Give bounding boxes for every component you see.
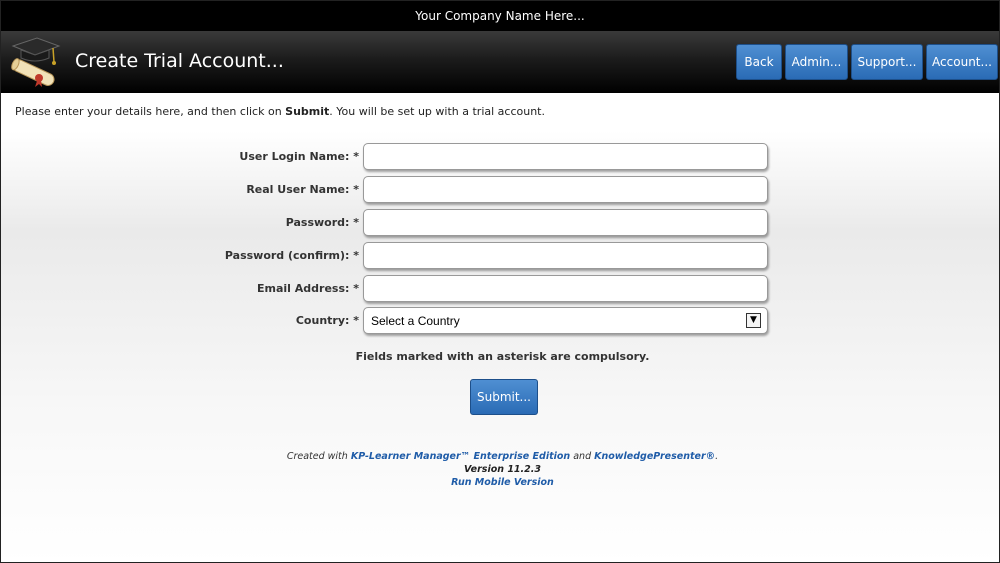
back-button[interactable]: Back (736, 44, 782, 80)
real-user-name-input[interactable] (363, 176, 768, 203)
intro-text: Please enter your details here, and then… (15, 105, 545, 118)
user-login-name-input[interactable] (363, 143, 768, 170)
app-header: Create Trial Account... Back Admin... Su… (1, 31, 999, 93)
password-confirm-input[interactable] (363, 242, 768, 269)
run-mobile-version-link[interactable]: Run Mobile Version (1, 476, 999, 489)
account-button[interactable]: Account... (926, 44, 998, 80)
form-row-real-user-name: Real User Name: * (1, 176, 999, 204)
password-confirm-label: Password (confirm): * (224, 249, 359, 262)
submit-button[interactable]: Submit... (470, 379, 538, 415)
product-link[interactable]: KP-Learner Manager™ Enterprise Edition (351, 451, 570, 462)
footer: Created with KP-Learner Manager™ Enterpr… (1, 450, 999, 489)
knowledgepresenter-link[interactable]: KnowledgePresenter® (594, 451, 715, 462)
footer-and: and (570, 451, 595, 462)
version-text: Version 11.2.3 (464, 464, 541, 475)
country-selected-value: Select a Country (371, 314, 460, 328)
company-name: Your Company Name Here... (415, 9, 585, 23)
form-row-user-login-name: User Login Name: * (1, 143, 999, 171)
form-row-country: Country: * Select a Country ▼ (1, 307, 999, 335)
intro-text-after: . You will be set up with a trial accoun… (329, 105, 545, 118)
password-input[interactable] (363, 209, 768, 236)
support-button[interactable]: Support... (851, 44, 923, 80)
graduation-cap-diploma-icon (7, 36, 61, 88)
chevron-down-icon[interactable]: ▼ (746, 313, 761, 328)
footer-period: . (715, 451, 719, 462)
admin-button[interactable]: Admin... (785, 44, 848, 80)
email-address-label: Email Address: * (257, 282, 359, 295)
intro-text-submit: Submit (285, 105, 330, 118)
form-row-password-confirm: Password (confirm): * (1, 242, 999, 270)
form-row-email-address: Email Address: * (1, 275, 999, 303)
page-frame: Your Company Name Here... Create Trial A… (0, 0, 1000, 563)
intro-text-before: Please enter your details here, and then… (15, 105, 286, 118)
compulsory-note: Fields marked with an asterisk are compu… (355, 350, 650, 363)
password-label: Password: * (285, 216, 359, 229)
real-user-name-label: Real User Name: * (246, 183, 359, 196)
country-select[interactable]: Select a Country ▼ (363, 307, 768, 334)
user-login-name-label: User Login Name: * (239, 150, 359, 163)
page-title: Create Trial Account... (75, 50, 284, 72)
footer-credits-line: Created with KP-Learner Manager™ Enterpr… (1, 450, 999, 463)
footer-created-with: Created with (286, 451, 351, 462)
email-address-input[interactable] (363, 275, 768, 302)
country-label: Country: * (295, 314, 359, 327)
company-name-bar: Your Company Name Here... (1, 1, 999, 31)
form-row-password: Password: * (1, 209, 999, 237)
